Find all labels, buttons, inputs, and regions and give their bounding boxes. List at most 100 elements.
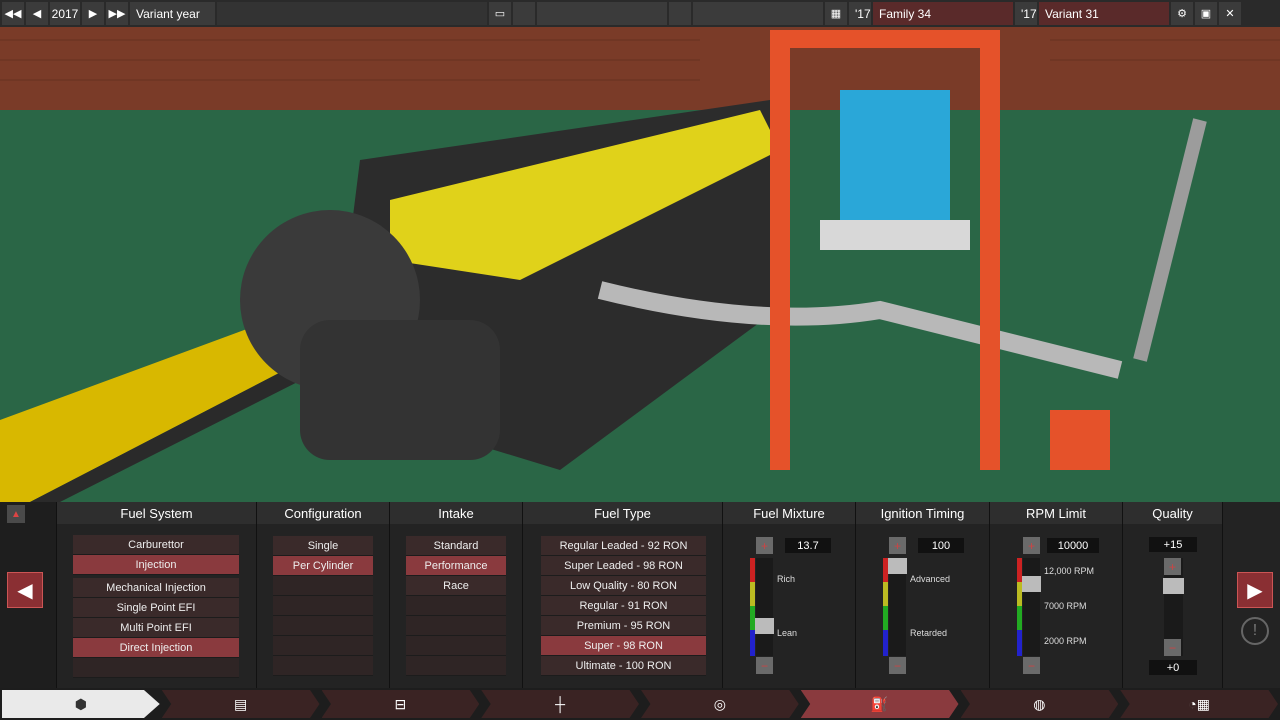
empty-slot: [273, 616, 373, 636]
rpm-limit-value[interactable]: 10000: [1047, 538, 1099, 553]
increase-button[interactable]: +: [756, 537, 773, 554]
slider-handle[interactable]: [1163, 578, 1184, 594]
stage-bottom-end[interactable]: ▤: [161, 690, 320, 718]
option-low-quality[interactable]: Low Quality - 80 RON: [541, 576, 706, 596]
variant-year: '17: [1015, 2, 1037, 25]
empty-slot: [406, 616, 506, 636]
option-standard[interactable]: Standard: [406, 536, 506, 556]
year-display: 2017: [50, 2, 80, 25]
plus-icon: +: [1168, 559, 1176, 574]
up-icon: ▲: [11, 508, 21, 520]
crankshaft-icon: ▤: [234, 695, 248, 712]
next-year-button[interactable]: ▶: [82, 2, 104, 25]
grid-icon: ▦: [830, 8, 842, 20]
option-race[interactable]: Race: [406, 576, 506, 596]
option-premium[interactable]: Premium - 95 RON: [541, 616, 706, 636]
slider-handle[interactable]: [888, 558, 907, 574]
bar-yellow: [883, 582, 888, 606]
prev-year-button[interactable]: ◀: [26, 2, 48, 25]
first-year-button[interactable]: ◀◀: [2, 2, 24, 25]
right-arrow-icon: ▶: [1247, 579, 1263, 602]
slider-track[interactable]: [1023, 558, 1040, 656]
bar-yellow: [750, 582, 755, 606]
info-icon[interactable]: !: [1241, 617, 1269, 645]
engine-3d-viewport[interactable]: [0, 0, 1280, 502]
option-per-cylinder[interactable]: Per Cylinder: [273, 556, 373, 576]
configuration-title: Configuration: [257, 502, 389, 524]
close-button[interactable]: ✕: [1219, 2, 1241, 25]
fuel-system-col: Fuel System Carburettor Injection Mechan…: [57, 502, 257, 688]
stage-aspiration[interactable]: ◎: [641, 690, 799, 718]
bar-green: [1017, 606, 1022, 630]
variant-name[interactable]: Variant 31: [1039, 2, 1169, 25]
option-direct-injection[interactable]: Direct Injection: [73, 638, 239, 658]
car-icon-button[interactable]: ▭: [489, 2, 511, 25]
increase-button[interactable]: +: [1164, 558, 1181, 575]
minus-icon: −: [893, 658, 901, 673]
decrease-button[interactable]: −: [1023, 657, 1040, 674]
save-button[interactable]: ▣: [1195, 2, 1217, 25]
option-multi-point-efi[interactable]: Multi Point EFI: [73, 618, 239, 638]
quality-max: +15: [1149, 537, 1197, 552]
fuel-settings-panel: ▲ ◀ Fuel System Carburettor Injection Me…: [0, 502, 1280, 688]
last-year-button[interactable]: ▶▶: [106, 2, 128, 25]
quality-col: Quality +15 + − +0: [1123, 502, 1223, 688]
slider-handle[interactable]: [755, 618, 774, 634]
stage-exhaust[interactable]: ◍: [960, 690, 1119, 718]
intake-col: Intake Standard Performance Race: [390, 502, 523, 688]
variant-year-label: Variant year: [130, 2, 215, 25]
fuel-mixture-value[interactable]: 13.7: [785, 538, 831, 553]
fuel-type-col: Fuel Type Regular Leaded - 92 RON Super …: [523, 502, 723, 688]
intake-title: Intake: [390, 502, 522, 524]
ignition-timing-value[interactable]: 100: [918, 538, 964, 553]
fuel-system-group2: Mechanical Injection Single Point EFI Mu…: [73, 578, 239, 678]
blank-button[interactable]: [513, 2, 535, 25]
minus-icon: −: [1168, 640, 1176, 655]
right-icon: ▶: [88, 8, 98, 20]
settings-button[interactable]: ⚙: [1171, 2, 1193, 25]
option-mechanical-injection[interactable]: Mechanical Injection: [73, 578, 239, 598]
next-page-button[interactable]: ▶: [1237, 572, 1273, 608]
stage-fuel[interactable]: ⛽: [800, 690, 959, 718]
retarded-label: Retarded: [910, 628, 948, 638]
blank-button-2[interactable]: [669, 2, 691, 25]
option-injection[interactable]: Injection: [73, 555, 239, 575]
gear-icon: ⚙: [1177, 8, 1187, 20]
slider-track[interactable]: [756, 558, 773, 656]
increase-button[interactable]: +: [889, 537, 906, 554]
empty-slot: [406, 636, 506, 656]
option-performance[interactable]: Performance: [406, 556, 506, 576]
stage-valves[interactable]: ┼: [481, 690, 639, 718]
stage-top-end[interactable]: ⊟: [321, 690, 480, 718]
left-arrow-icon: ◀: [17, 579, 33, 602]
engine-block-icon: ⬢: [74, 695, 87, 712]
collapse-button[interactable]: ▲: [7, 505, 25, 523]
quality-title: Quality: [1123, 502, 1222, 524]
minus-icon: −: [1027, 658, 1035, 673]
option-single-point-efi[interactable]: Single Point EFI: [73, 598, 239, 618]
fuel-type-options: Regular Leaded - 92 RON Super Leaded - 9…: [541, 536, 706, 676]
family-name[interactable]: Family 34: [873, 2, 1013, 25]
option-super[interactable]: Super - 98 RON: [541, 636, 706, 656]
fuel-type-title: Fuel Type: [523, 502, 722, 524]
stage-test[interactable]: ◔▦: [1120, 690, 1278, 718]
increase-button[interactable]: +: [1023, 537, 1040, 554]
option-carburettor[interactable]: Carburettor: [73, 535, 239, 555]
family-list-button[interactable]: ▦: [825, 2, 847, 25]
prev-page-button[interactable]: ◀: [7, 572, 43, 608]
slot-2: [693, 2, 823, 25]
ignition-timing-col: Ignition Timing + 100 Advanced Retarded …: [856, 502, 990, 688]
decrease-button[interactable]: −: [756, 657, 773, 674]
slider-handle[interactable]: [1022, 576, 1041, 592]
bar-blue: [883, 630, 888, 656]
configuration-options: Single Per Cylinder: [273, 536, 373, 676]
decrease-button[interactable]: −: [1164, 639, 1181, 656]
option-regular-leaded[interactable]: Regular Leaded - 92 RON: [541, 536, 706, 556]
decrease-button[interactable]: −: [889, 657, 906, 674]
option-single[interactable]: Single: [273, 536, 373, 556]
stage-family[interactable]: ⬢: [2, 690, 160, 718]
option-regular[interactable]: Regular - 91 RON: [541, 596, 706, 616]
option-ultimate[interactable]: Ultimate - 100 RON: [541, 656, 706, 676]
option-super-leaded[interactable]: Super Leaded - 98 RON: [541, 556, 706, 576]
bar-red: [750, 558, 755, 582]
